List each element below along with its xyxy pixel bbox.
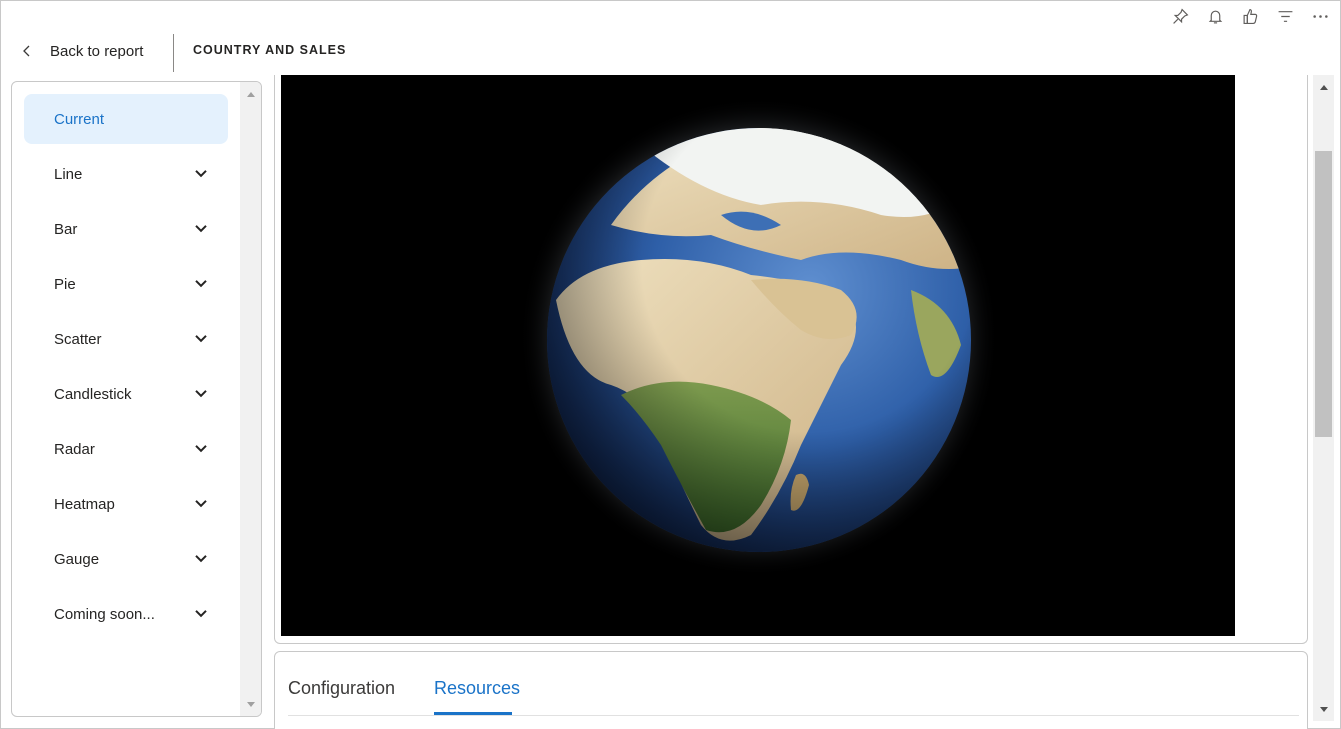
pin-icon[interactable] (1170, 6, 1191, 27)
globe-visual[interactable] (281, 75, 1235, 636)
active-tab-indicator (434, 712, 512, 715)
back-to-report-button[interactable]: Back to report (20, 40, 143, 62)
nav-item-bar[interactable]: Bar (24, 204, 228, 254)
nav-item-current[interactable]: Current (24, 94, 228, 144)
nav-item-label: Line (54, 165, 83, 183)
chevron-down-icon[interactable] (194, 276, 208, 290)
scroll-down-arrow-icon[interactable] (240, 694, 261, 714)
bell-icon[interactable] (1205, 6, 1226, 27)
tab-configuration[interactable]: Configuration (288, 678, 395, 699)
nav-item-radar[interactable]: Radar (24, 424, 228, 474)
earth-globe-image (519, 97, 999, 577)
chevron-down-icon[interactable] (194, 441, 208, 455)
nav-item-scatter[interactable]: Scatter (24, 314, 228, 364)
chevron-down-icon[interactable] (194, 221, 208, 235)
tab-divider (288, 715, 1299, 716)
nav-item-label: Heatmap (54, 495, 115, 513)
chevron-down-icon[interactable] (194, 386, 208, 400)
scroll-down-arrow-icon[interactable] (1313, 699, 1334, 719)
chevron-down-icon[interactable] (194, 166, 208, 180)
nav-scrollbar[interactable] (240, 82, 261, 716)
nav-item-label: Current (54, 110, 105, 128)
nav-item-label: Scatter (54, 330, 102, 348)
chevron-down-icon[interactable] (194, 606, 208, 620)
back-label: Back to report (50, 42, 144, 60)
nav-item-label: Gauge (54, 550, 100, 568)
nav-item-line[interactable]: Line (24, 149, 228, 199)
scrollbar-thumb[interactable] (1315, 151, 1332, 437)
more-icon[interactable] (1310, 6, 1331, 27)
scroll-up-arrow-icon[interactable] (240, 84, 261, 104)
visual-header-actions (1170, 6, 1331, 27)
chevron-down-icon[interactable] (194, 496, 208, 510)
details-tabs-panel: Configuration Resources (274, 651, 1308, 729)
nav-item-label: Coming soon... (54, 605, 155, 623)
header-divider (173, 34, 174, 72)
nav-item-coming-soon[interactable]: Coming soon... (24, 589, 228, 639)
main-scrollbar[interactable] (1313, 75, 1334, 721)
scroll-up-arrow-icon[interactable] (1313, 77, 1334, 97)
nav-item-label: Pie (54, 275, 76, 293)
tab-resources[interactable]: Resources (434, 678, 520, 699)
nav-item-label: Radar (54, 440, 95, 458)
nav-item-label: Candlestick (54, 385, 132, 403)
nav-item-gauge[interactable]: Gauge (24, 534, 228, 584)
nav-item-label: Bar (54, 220, 78, 238)
chevron-down-icon[interactable] (194, 551, 208, 565)
thumbs-up-icon[interactable] (1240, 6, 1261, 27)
nav-item-pie[interactable]: Pie (24, 259, 228, 309)
page-title: COUNTRY AND SALES (193, 43, 347, 57)
nav-item-candlestick[interactable]: Candlestick (24, 369, 228, 419)
chevron-down-icon[interactable] (194, 331, 208, 345)
nav-item-heatmap[interactable]: Heatmap (24, 479, 228, 529)
chart-type-nav: Current Line Bar Pie Scatter Candlestick… (11, 81, 262, 717)
nav-list: Current Line Bar Pie Scatter Candlestick… (12, 82, 241, 716)
filter-icon[interactable] (1275, 6, 1296, 27)
chevron-left-icon (23, 45, 30, 57)
